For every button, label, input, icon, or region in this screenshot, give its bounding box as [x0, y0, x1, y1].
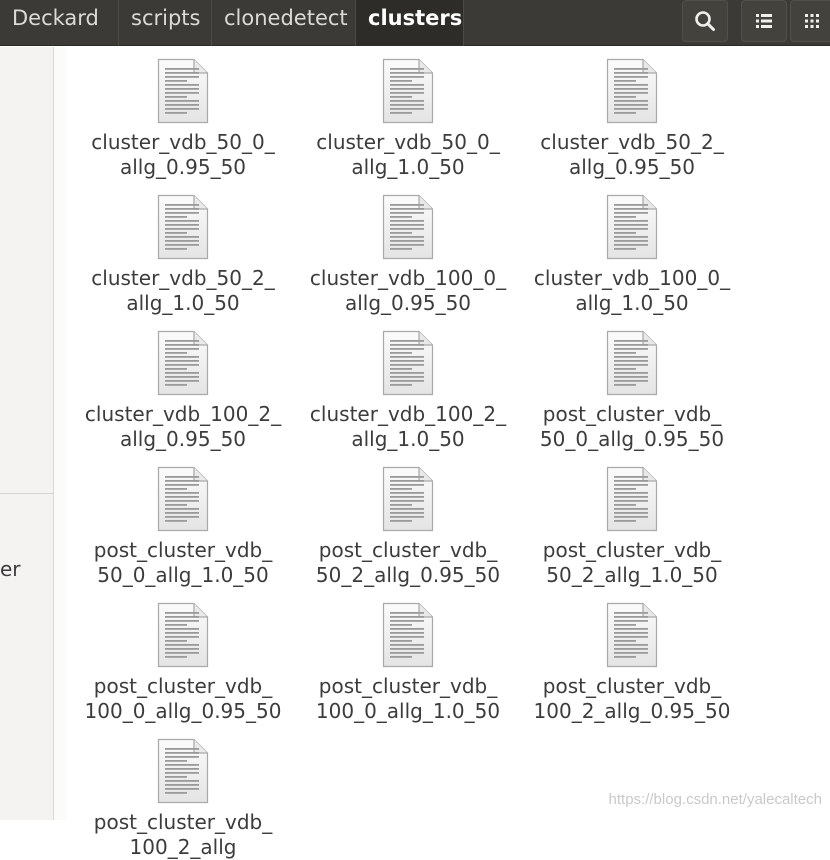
file-name-line1: cluster_vdb_50_2_: [91, 266, 275, 290]
file-name-line2: allg_0.95_50: [119, 155, 247, 179]
search-button[interactable]: [682, 0, 728, 42]
file-name: cluster_vdb_50_0_ allg_0.95_50: [78, 130, 288, 180]
file-name-line1: cluster_vdb_100_2_: [84, 402, 282, 426]
file-item[interactable]: post_cluster_vdb_ 50_2_allg_1.0_50: [527, 466, 737, 588]
text-file-icon: [606, 602, 658, 668]
file-name-line2: 50_2_allg_0.95_50: [315, 563, 501, 587]
file-name-line1: cluster_vdb_50_0_: [91, 130, 275, 154]
file-name-line1: post_cluster_vdb_: [93, 810, 273, 834]
file-name: cluster_vdb_100_2_ allg_0.95_50: [78, 402, 288, 452]
file-name-line2: 100_0_allg_1.0_50: [315, 699, 501, 723]
file-name-line2: allg_1.0_50: [351, 427, 465, 451]
file-name-line1: post_cluster_vdb_: [542, 538, 722, 562]
search-icon: [695, 11, 715, 31]
file-item[interactable]: cluster_vdb_50_0_ allg_1.0_50: [303, 58, 513, 180]
file-name-line2: allg_1.0_50: [126, 291, 240, 315]
header-bar: Deckard scripts clonedetect clusters: [0, 0, 830, 46]
sidebar-divider: [0, 493, 53, 494]
file-item[interactable]: post_cluster_vdb_ 100_0_allg_0.95_50: [78, 602, 288, 724]
file-name-line2: 100_2_allg: [129, 835, 237, 859]
sidebar: er: [0, 47, 54, 820]
breadcrumb-deckard[interactable]: Deckard: [0, 0, 119, 46]
file-name-line2: 100_2_allg_0.95_50: [533, 699, 731, 723]
file-item[interactable]: cluster_vdb_50_0_ allg_0.95_50: [78, 58, 288, 180]
text-file-icon: [382, 194, 434, 260]
file-name-line1: post_cluster_vdb_: [542, 674, 722, 698]
text-file-icon: [606, 194, 658, 260]
text-file-icon: [382, 330, 434, 396]
list-view-button[interactable]: [741, 0, 787, 42]
file-item[interactable]: cluster_vdb_100_0_ allg_0.95_50: [303, 194, 513, 316]
watermark: https://blog.csdn.net/yalecaltech: [608, 791, 822, 808]
text-file-icon: [382, 466, 434, 532]
file-name-line1: post_cluster_vdb_: [318, 674, 498, 698]
file-name: post_cluster_vdb_ 100_2_allg_0.95_50: [527, 674, 737, 724]
file-name: cluster_vdb_50_2_ allg_1.0_50: [78, 266, 288, 316]
file-name: post_cluster_vdb_ 50_2_allg_0.95_50: [303, 538, 513, 588]
list-view-icon: [756, 14, 772, 28]
breadcrumb-clonedetect[interactable]: clonedetect: [212, 0, 356, 46]
file-name-line1: cluster_vdb_100_0_: [533, 266, 731, 290]
view-gutter: [54, 47, 66, 820]
text-file-icon: [157, 466, 209, 532]
sidebar-item-label[interactable]: er: [0, 557, 21, 581]
file-name-line2: 100_0_allg_0.95_50: [84, 699, 282, 723]
text-file-icon: [606, 330, 658, 396]
text-file-icon: [382, 58, 434, 124]
file-name-line1: post_cluster_vdb_: [93, 538, 273, 562]
text-file-icon: [157, 602, 209, 668]
file-name: cluster_vdb_50_2_ allg_0.95_50: [527, 130, 737, 180]
file-item[interactable]: cluster_vdb_100_2_ allg_0.95_50: [78, 330, 288, 452]
file-name: post_cluster_vdb_ 50_0_allg_1.0_50: [78, 538, 288, 588]
file-name-line2: allg_1.0_50: [351, 155, 465, 179]
grid-view-button[interactable]: [790, 0, 830, 42]
file-name: cluster_vdb_50_0_ allg_1.0_50: [303, 130, 513, 180]
breadcrumb-clusters[interactable]: clusters: [356, 0, 464, 46]
file-item[interactable]: cluster_vdb_100_0_ allg_1.0_50: [527, 194, 737, 316]
text-file-icon: [382, 602, 434, 668]
file-name: post_cluster_vdb_ 100_0_allg_0.95_50: [78, 674, 288, 724]
file-item[interactable]: cluster_vdb_50_2_ allg_1.0_50: [78, 194, 288, 316]
file-item[interactable]: post_cluster_vdb_ 100_0_allg_1.0_50: [303, 602, 513, 724]
file-name-line1: post_cluster_vdb_: [93, 674, 273, 698]
file-name-line1: cluster_vdb_100_2_: [309, 402, 507, 426]
text-file-icon: [157, 194, 209, 260]
file-item[interactable]: post_cluster_vdb_ 50_0_allg_0.95_50: [527, 330, 737, 452]
file-item[interactable]: cluster_vdb_100_2_ allg_1.0_50: [303, 330, 513, 452]
file-name: post_cluster_vdb_ 50_0_allg_0.95_50: [527, 402, 737, 452]
file-name-line1: cluster_vdb_50_2_: [540, 130, 724, 154]
file-name-line2: 50_0_allg_1.0_50: [97, 563, 269, 587]
file-name-line2: 50_0_allg_0.95_50: [539, 427, 725, 451]
file-name: post_cluster_vdb_ 100_2_allg: [78, 810, 288, 860]
file-item[interactable]: post_cluster_vdb_ 100_2_allg: [78, 738, 288, 860]
file-name: cluster_vdb_100_0_ allg_0.95_50: [303, 266, 513, 316]
grid-view-icon: [805, 14, 819, 28]
file-name: post_cluster_vdb_ 50_2_allg_1.0_50: [527, 538, 737, 588]
text-file-icon: [606, 58, 658, 124]
file-name: post_cluster_vdb_ 100_0_allg_1.0_50: [303, 674, 513, 724]
file-item[interactable]: cluster_vdb_50_2_ allg_0.95_50: [527, 58, 737, 180]
file-name-line1: post_cluster_vdb_: [318, 538, 498, 562]
text-file-icon: [157, 738, 209, 804]
file-name-line1: cluster_vdb_50_0_: [316, 130, 500, 154]
file-name: cluster_vdb_100_2_ allg_1.0_50: [303, 402, 513, 452]
text-file-icon: [157, 58, 209, 124]
file-name-line1: cluster_vdb_100_0_: [309, 266, 507, 290]
file-name-line2: allg_0.95_50: [119, 427, 247, 451]
breadcrumb-scripts[interactable]: scripts: [119, 0, 212, 46]
text-file-icon: [606, 466, 658, 532]
file-item[interactable]: post_cluster_vdb_ 100_2_allg_0.95_50: [527, 602, 737, 724]
file-name-line2: allg_0.95_50: [344, 291, 472, 315]
file-item[interactable]: post_cluster_vdb_ 50_0_allg_1.0_50: [78, 466, 288, 588]
file-name-line2: allg_1.0_50: [575, 291, 689, 315]
file-name-line2: 50_2_allg_1.0_50: [546, 563, 718, 587]
file-item[interactable]: post_cluster_vdb_ 50_2_allg_0.95_50: [303, 466, 513, 588]
text-file-icon: [157, 330, 209, 396]
file-name: cluster_vdb_100_0_ allg_1.0_50: [527, 266, 737, 316]
file-name-line1: post_cluster_vdb_: [542, 402, 722, 426]
file-name-line2: allg_0.95_50: [568, 155, 696, 179]
